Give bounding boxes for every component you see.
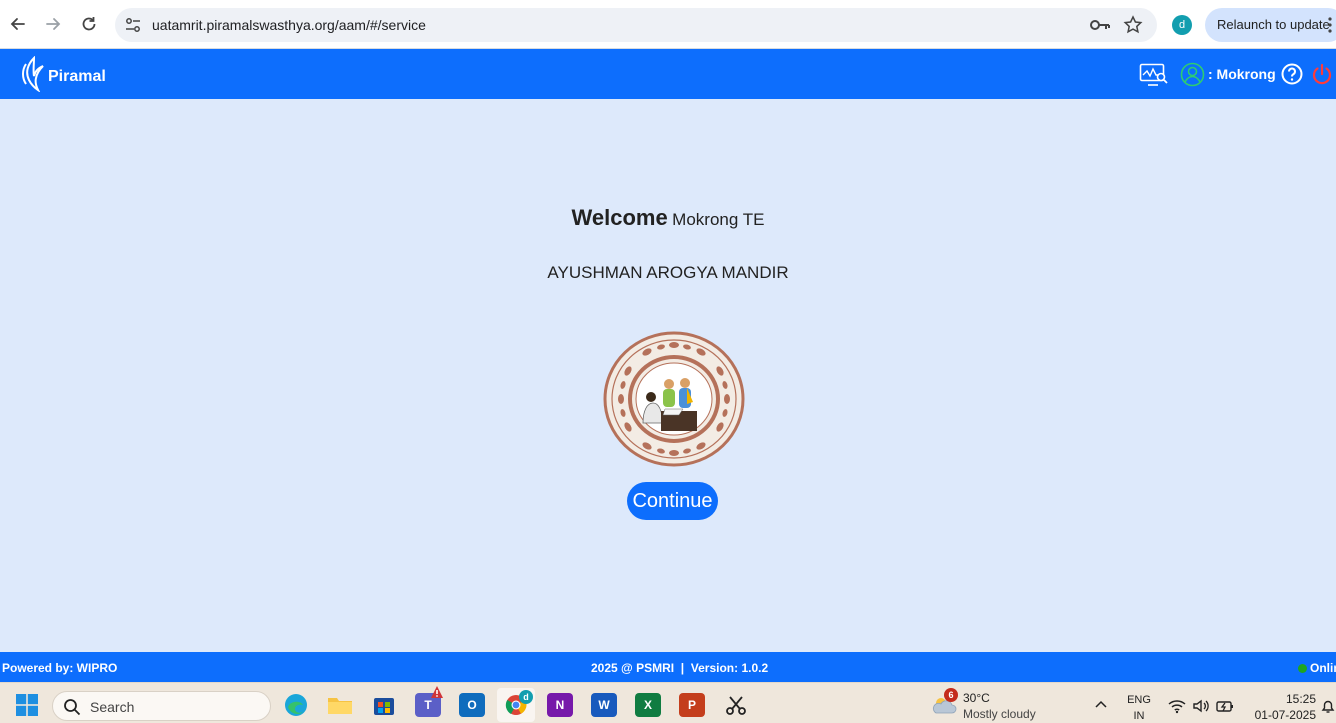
help-icon[interactable] <box>1281 63 1303 85</box>
search-placeholder: Search <box>90 699 135 715</box>
welcome-user-name: Mokrong TE <box>672 210 765 229</box>
windows-start-icon[interactable] <box>16 694 38 716</box>
store-icon <box>374 698 394 715</box>
folder-icon <box>328 698 352 714</box>
connection-status: Online <box>1298 661 1336 675</box>
windows-taskbar: Search T O d N W X P 6 30°C Mostly cloud… <box>0 682 1336 723</box>
facility-name: AYUSHMAN AROGYA MANDIR <box>547 263 789 282</box>
taskbar-teams-icon[interactable]: T <box>415 686 443 717</box>
welcome-heading: Welcome Mokrong TE <box>0 205 1336 231</box>
continue-button[interactable]: Continue <box>627 482 718 520</box>
chrome-profile-badge: d <box>519 690 533 704</box>
region-code: IN <box>1133 710 1145 722</box>
taskbar-word-icon[interactable]: W <box>591 693 617 717</box>
snipping-tool-icon <box>726 696 746 715</box>
piramal-logo-icon <box>22 56 44 92</box>
taskbar-store-icon[interactable] <box>371 693 397 717</box>
bookmark-star-icon[interactable] <box>1123 15 1143 35</box>
taskbar-outlook-icon[interactable]: O <box>459 693 485 717</box>
volume-icon[interactable] <box>1192 698 1210 714</box>
profile-avatar[interactable]: d <box>1172 15 1192 35</box>
back-arrow-icon <box>10 18 25 30</box>
user-profile-icon[interactable] <box>1180 62 1205 87</box>
reload-icon <box>82 17 96 31</box>
monitor-search-icon[interactable] <box>1139 63 1169 87</box>
online-status-icon <box>1298 664 1307 673</box>
url-text[interactable]: uatamrit.piramalswasthya.org/aam/#/servi… <box>152 17 426 33</box>
browser-toolbar: uatamrit.piramalswasthya.org/aam/#/servi… <box>0 0 1336 49</box>
taskbar-search-box[interactable]: Search <box>52 691 271 721</box>
taskbar-chrome-icon[interactable]: d <box>497 688 535 722</box>
weather-description[interactable]: Mostly cloudy <box>963 707 1036 721</box>
more-menu-icon[interactable] <box>1328 16 1332 34</box>
app-header: Piramal : Mokrong <box>0 49 1336 99</box>
powerpoint-letter: P <box>687 698 696 712</box>
reload-button[interactable] <box>77 12 101 36</box>
ayushman-arogya-mandir-emblem <box>603 331 745 467</box>
taskbar-snipping-icon[interactable] <box>723 693 749 717</box>
clock-time: 15:25 <box>1285 692 1316 706</box>
search-icon <box>64 699 81 716</box>
relaunch-button[interactable]: Relaunch to update <box>1205 8 1336 42</box>
address-bar[interactable]: uatamrit.piramalswasthya.org/aam/#/servi… <box>115 8 1157 42</box>
site-settings-icon[interactable] <box>123 15 143 35</box>
taskbar-powerpoint-icon[interactable]: P <box>679 693 705 717</box>
powered-by-text: Powered by: WIPRO <box>2 661 118 675</box>
alert-badge-icon <box>431 686 443 698</box>
word-letter: W <box>598 698 610 712</box>
wifi-icon[interactable] <box>1168 698 1186 714</box>
weather-temperature[interactable]: 30°C <box>963 691 990 705</box>
header-username: : Mokrong <box>1208 66 1276 82</box>
forward-arrow-icon <box>46 18 61 30</box>
taskbar-edge-icon[interactable] <box>283 693 309 717</box>
outlook-letter: O <box>467 698 477 712</box>
battery-charging-icon[interactable] <box>1216 698 1234 714</box>
input-language[interactable]: ENG IN <box>1127 692 1151 723</box>
forward-button[interactable] <box>41 12 65 36</box>
logo-text: Piramal <box>48 68 106 85</box>
welcome-label: Welcome <box>571 205 668 230</box>
excel-letter: X <box>643 698 652 712</box>
chevron-up-icon[interactable] <box>1094 699 1108 709</box>
taskbar-file-explorer-icon[interactable] <box>327 693 353 717</box>
copyright-version-text: 2025 @ PSMRI | Version: 1.0.2 <box>591 661 769 675</box>
language-code: ENG <box>1127 694 1151 706</box>
clock-date: 01-07-2025 <box>1254 708 1316 722</box>
edge-icon <box>285 694 307 716</box>
teams-letter: T <box>424 698 432 712</box>
taskbar-onenote-icon[interactable]: N <box>547 693 573 717</box>
weather-alert-badge: 6 <box>944 688 958 702</box>
notification-bell-icon[interactable] <box>1320 698 1336 714</box>
app-footer: Powered by: WIPRO 2025 @ PSMRI | Version… <box>0 652 1336 682</box>
onenote-letter: N <box>555 698 565 712</box>
system-clock[interactable]: 15:25 01-07-2025 <box>1244 691 1316 723</box>
connection-status-label: Online <box>1310 661 1336 675</box>
back-button[interactable] <box>6 12 30 36</box>
taskbar-excel-icon[interactable]: X <box>635 693 661 717</box>
password-key-icon[interactable] <box>1089 15 1111 35</box>
logout-power-icon[interactable] <box>1311 63 1333 85</box>
